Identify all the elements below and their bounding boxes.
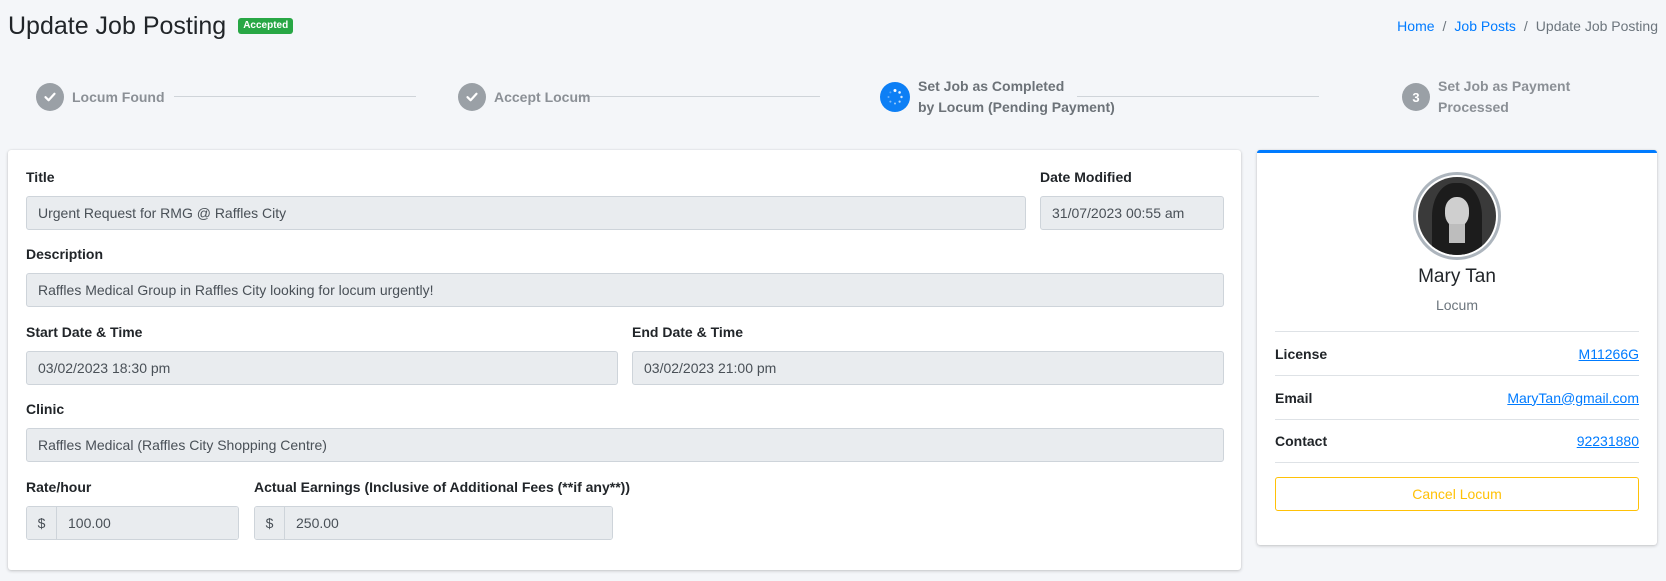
contact-link[interactable]: 92231880 bbox=[1577, 433, 1639, 449]
cancel-locum-button[interactable]: Cancel Locum bbox=[1275, 477, 1639, 511]
date-modified-field[interactable]: 31/07/2023 00:55 am bbox=[1040, 196, 1224, 230]
profile-role: Locum bbox=[1435, 297, 1479, 313]
currency-prefix: $ bbox=[27, 507, 57, 539]
breadcrumb-home-link[interactable]: Home bbox=[1397, 18, 1434, 34]
description-label: Description bbox=[26, 246, 104, 262]
step-payment-processed[interactable]: 3 Set Job as Payment Processed bbox=[1402, 74, 1632, 120]
breadcrumb-current: Update Job Posting bbox=[1535, 18, 1658, 34]
avatar-photo bbox=[1418, 177, 1496, 255]
breadcrumb-job-posts-link[interactable]: Job Posts bbox=[1454, 18, 1515, 34]
currency-prefix: $ bbox=[255, 507, 285, 539]
end-datetime-field[interactable]: 03/02/2023 21:00 pm bbox=[632, 351, 1224, 385]
profile-name: Mary Tan bbox=[1418, 266, 1496, 287]
contact-label: Contact bbox=[1275, 433, 1328, 449]
start-datetime-field[interactable]: 03/02/2023 18:30 pm bbox=[26, 351, 618, 385]
step-connector bbox=[174, 96, 416, 97]
clinic-field[interactable]: Raffles Medical (Raffles City Shopping C… bbox=[26, 428, 1224, 462]
avatar bbox=[1413, 172, 1501, 260]
email-row: Email MaryTan@gmail.com bbox=[1275, 375, 1639, 419]
description-field[interactable]: Raffles Medical Group in Raffles City lo… bbox=[26, 273, 1224, 307]
date-modified-label: Date Modified bbox=[1040, 169, 1132, 185]
end-datetime-label: End Date & Time bbox=[632, 324, 743, 340]
status-badge: Accepted bbox=[238, 18, 294, 34]
rate-label: Rate/hour bbox=[26, 479, 92, 495]
step-label-line2: by Locum (Pending Payment) bbox=[918, 99, 1115, 115]
check-icon bbox=[458, 83, 486, 111]
title-field[interactable]: Urgent Request for RMG @ Raffles City bbox=[26, 196, 1026, 230]
spinner-icon bbox=[880, 82, 910, 112]
earnings-field[interactable]: $ 250.00 bbox=[254, 506, 613, 540]
step-locum-found[interactable]: Locum Found bbox=[36, 74, 165, 120]
earnings-label: Actual Earnings (Inclusive of Additional… bbox=[254, 479, 630, 495]
check-icon bbox=[36, 83, 64, 111]
page-title-text: Update Job Posting bbox=[8, 11, 227, 40]
step-label: Locum Found bbox=[72, 88, 165, 105]
email-link[interactable]: MaryTan@gmail.com bbox=[1507, 390, 1639, 406]
step-label: Set Job as Payment Processed bbox=[1438, 78, 1571, 115]
job-details-card: Title Urgent Request for RMG @ Raffles C… bbox=[8, 150, 1241, 570]
rate-value[interactable]: 100.00 bbox=[57, 507, 238, 539]
breadcrumb-separator: / bbox=[1523, 18, 1528, 34]
step-number: 3 bbox=[1402, 83, 1430, 111]
progress-stepper: Locum Found Accept Locum Set Job as Comp… bbox=[36, 74, 1632, 120]
step-accept-locum[interactable]: Accept Locum bbox=[458, 74, 590, 120]
email-label: Email bbox=[1275, 389, 1313, 406]
title-label: Title bbox=[26, 169, 55, 185]
step-set-job-completed[interactable]: Set Job as Completed by Locum (Pending P… bbox=[880, 74, 1115, 120]
rate-field[interactable]: $ 100.00 bbox=[26, 506, 239, 540]
page-title: Update Job Posting Accepted bbox=[8, 11, 294, 41]
earnings-value[interactable]: 250.00 bbox=[285, 507, 612, 539]
clinic-label: Clinic bbox=[26, 401, 65, 417]
license-link[interactable]: M11266G bbox=[1579, 346, 1639, 362]
step-connector bbox=[578, 96, 820, 97]
license-label: License bbox=[1275, 345, 1328, 362]
locum-profile-card: Mary Tan Locum License M11266G Email Mar… bbox=[1257, 150, 1657, 545]
license-row: License M11266G bbox=[1275, 331, 1639, 375]
contact-row: Contact 92231880 bbox=[1275, 419, 1639, 463]
breadcrumb: Home / Job Posts / Update Job Posting bbox=[1397, 18, 1658, 34]
page-header: Update Job Posting Accepted Home / Job P… bbox=[8, 10, 1658, 42]
breadcrumb-separator: / bbox=[1442, 18, 1447, 34]
step-label-line1: Set Job as Completed bbox=[918, 78, 1065, 94]
start-datetime-label: Start Date & Time bbox=[26, 324, 143, 340]
step-label: Set Job as Completed by Locum (Pending P… bbox=[918, 76, 1115, 118]
step-label: Accept Locum bbox=[494, 88, 591, 105]
